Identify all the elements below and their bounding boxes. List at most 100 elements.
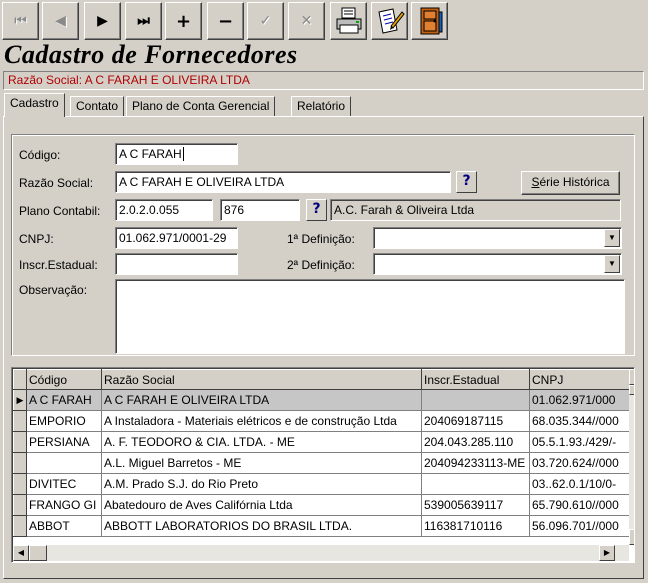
observacao-label: Observação: — [19, 283, 88, 297]
grid-cell[interactable]: 65.790.610//000 — [529, 494, 630, 516]
grid-cell[interactable]: ABBOTT LABORATORIOS DO BRASIL LTDA. — [101, 515, 422, 537]
grid-cell[interactable]: Abatedouro de Aves Califórnia Ltda — [101, 494, 422, 516]
check-icon: ✓ — [259, 13, 272, 29]
first-record-icon: ⏮ — [14, 13, 27, 29]
grid-cell[interactable]: PERSIANA — [26, 431, 102, 453]
table-row[interactable]: FRANGO GI Abatedouro de Aves Califórnia … — [13, 494, 630, 516]
grid-cell[interactable]: 204069187115 — [421, 410, 530, 432]
grid-cell[interactable]: 05.5.1.93./429/- — [529, 431, 630, 453]
vertical-scroll-thumb[interactable] — [629, 385, 634, 395]
last-record-icon: ⏭ — [137, 13, 150, 29]
grid-cell[interactable]: 56.096.701//000 — [529, 515, 630, 537]
definicao1-select[interactable]: ▼ — [373, 227, 622, 249]
current-row-indicator-icon: ▶ — [13, 389, 27, 411]
table-row[interactable]: ABBOT ABBOTT LABORATORIOS DO BRASIL LTDA… — [13, 515, 630, 537]
grid-col-codigo[interactable]: Código — [26, 369, 102, 390]
table-row[interactable]: A.L. Miguel Barretos - ME 204094233113-M… — [13, 452, 630, 474]
razao-social-input[interactable]: A C FARAH E OLIVEIRA LTDA — [115, 171, 451, 193]
tab-contato[interactable]: Contato — [70, 96, 125, 116]
table-row[interactable]: EMPORIO A Instaladora - Materiais elétri… — [13, 410, 630, 432]
grid-cell[interactable]: A. F. TEODORO & CIA. LTDA. - ME — [101, 431, 422, 453]
grid-col-inscr-estadual[interactable]: Inscr.Estadual — [421, 369, 530, 390]
table-row[interactable]: ▶ A C FARAH A C FARAH E OLIVEIRA LTDA 01… — [13, 389, 630, 411]
plano-contabil-label: Plano Contabil: — [19, 204, 101, 218]
table-row[interactable]: DIVITEC A.M. Prado S.J. do Rio Preto 03.… — [13, 473, 630, 495]
grid-cell[interactable]: DIVITEC — [26, 473, 102, 495]
grid-cell[interactable]: 204094233113-ME — [421, 452, 530, 474]
chevron-down-icon[interactable]: ▼ — [604, 229, 620, 247]
next-record-icon: ▶ — [97, 13, 108, 29]
prior-record-icon: ◀ — [55, 13, 66, 29]
grid-horizontal-scrollbar[interactable]: ◀ ▶ — [13, 545, 629, 561]
document-pencil-icon — [377, 8, 405, 34]
grid-cell[interactable]: A C FARAH — [26, 389, 102, 411]
chevron-down-icon[interactable]: ▼ — [604, 255, 620, 273]
grid-cell[interactable]: 68.035.344//000 — [529, 410, 630, 432]
grid-cell[interactable]: 01.062.971/000 — [529, 389, 630, 411]
grid-cell[interactable]: A.L. Miguel Barretos - ME — [101, 452, 422, 474]
scroll-left-icon[interactable]: ◀ — [13, 545, 29, 561]
row-indicator — [13, 431, 27, 453]
next-record-button[interactable]: ▶ — [84, 2, 121, 40]
grid-cell[interactable] — [421, 389, 530, 411]
grid-cell[interactable]: ABBOT — [26, 515, 102, 537]
insert-record-button[interactable]: + — [165, 2, 202, 40]
razao-social-label: Razão Social: — [19, 176, 94, 190]
post-record-button[interactable]: ✓ — [247, 2, 284, 40]
plano-contabil-number-input[interactable]: 876 — [220, 199, 300, 221]
cancel-edit-button[interactable]: ✕ — [288, 2, 325, 40]
scroll-up-icon[interactable]: ▲ — [629, 369, 634, 385]
grid-col-cnpj[interactable]: CNPJ — [529, 369, 630, 390]
grid-corner — [13, 369, 27, 390]
scroll-down-icon[interactable]: ▼ — [629, 529, 634, 545]
razao-social-lookup-button[interactable]: ? — [456, 171, 477, 193]
print-button[interactable] — [330, 2, 367, 40]
grid-cell[interactable]: A.M. Prado S.J. do Rio Preto — [101, 473, 422, 495]
row-indicator — [13, 410, 27, 432]
tab-relatorio[interactable]: Relatório — [291, 96, 352, 116]
definicao2-label: 2ª Definição: — [287, 258, 355, 272]
razao-social-banner: Razão Social: A C FARAH E OLIVEIRA LTDA — [3, 71, 644, 90]
inscr-estadual-input[interactable] — [115, 253, 238, 275]
prior-record-button[interactable]: ◀ — [42, 2, 79, 40]
grid-cell[interactable]: A Instaladora - Materiais elétricos e de… — [101, 410, 422, 432]
definicao1-label: 1ª Definição: — [287, 232, 355, 246]
grid-col-razao-social[interactable]: Razão Social — [101, 369, 422, 390]
grid-cell[interactable]: 03..62.0.1/10/0- — [529, 473, 630, 495]
observacao-textarea[interactable] — [115, 279, 625, 354]
row-indicator — [13, 473, 27, 495]
definicao2-select[interactable]: ▼ — [373, 253, 622, 275]
fornecedores-grid[interactable]: Código Razão Social Inscr.Estadual CNPJ … — [11, 367, 635, 563]
grid-cell[interactable] — [421, 473, 530, 495]
table-row[interactable]: PERSIANA A. F. TEODORO & CIA. LTDA. - ME… — [13, 431, 630, 453]
grid-cell[interactable]: 116381710116 — [421, 515, 530, 537]
grid-cell[interactable]: 539005639117 — [421, 494, 530, 516]
codigo-input[interactable]: A C FARAH — [115, 143, 238, 165]
delete-record-button[interactable]: − — [207, 2, 244, 40]
plano-contabil-lookup-button[interactable]: ? — [306, 199, 327, 221]
exit-door-icon — [420, 7, 442, 35]
grid-cell[interactable]: EMPORIO — [26, 410, 102, 432]
serie-historica-button[interactable]: Série Histórica — [521, 171, 620, 195]
x-icon: ✕ — [300, 13, 313, 29]
grid-cell[interactable] — [26, 452, 102, 474]
grid-cell[interactable]: 204.043.285.110 — [421, 431, 530, 453]
grid-cell[interactable]: FRANGO GI — [26, 494, 102, 516]
cnpj-input[interactable]: 01.062.971/0001-29 — [115, 227, 238, 249]
plus-icon: + — [175, 10, 192, 32]
tab-plano-conta-gerencial[interactable]: Plano de Conta Gerencial — [126, 96, 276, 116]
first-record-button[interactable]: ⏮ — [2, 2, 39, 40]
last-record-button[interactable]: ⏭ — [125, 2, 162, 40]
grid-cell[interactable]: A C FARAH E OLIVEIRA LTDA — [101, 389, 422, 411]
scroll-right-icon[interactable]: ▶ — [599, 545, 615, 561]
grid-header-row: Código Razão Social Inscr.Estadual CNPJ — [13, 369, 630, 390]
plano-contabil-code-input[interactable]: 2.0.2.0.055 — [115, 199, 213, 221]
grid-cell[interactable]: 03.720.624//000 — [529, 452, 630, 474]
edit-document-button[interactable] — [371, 2, 408, 40]
grid-vertical-scrollbar[interactable]: ▲ ▼ — [629, 369, 634, 545]
tab-cadastro[interactable]: Cadastro — [4, 93, 65, 117]
row-indicator — [13, 452, 27, 474]
inscr-estadual-label: Inscr.Estadual: — [19, 258, 98, 272]
horizontal-scroll-thumb[interactable] — [29, 545, 47, 561]
exit-button[interactable] — [411, 2, 448, 40]
